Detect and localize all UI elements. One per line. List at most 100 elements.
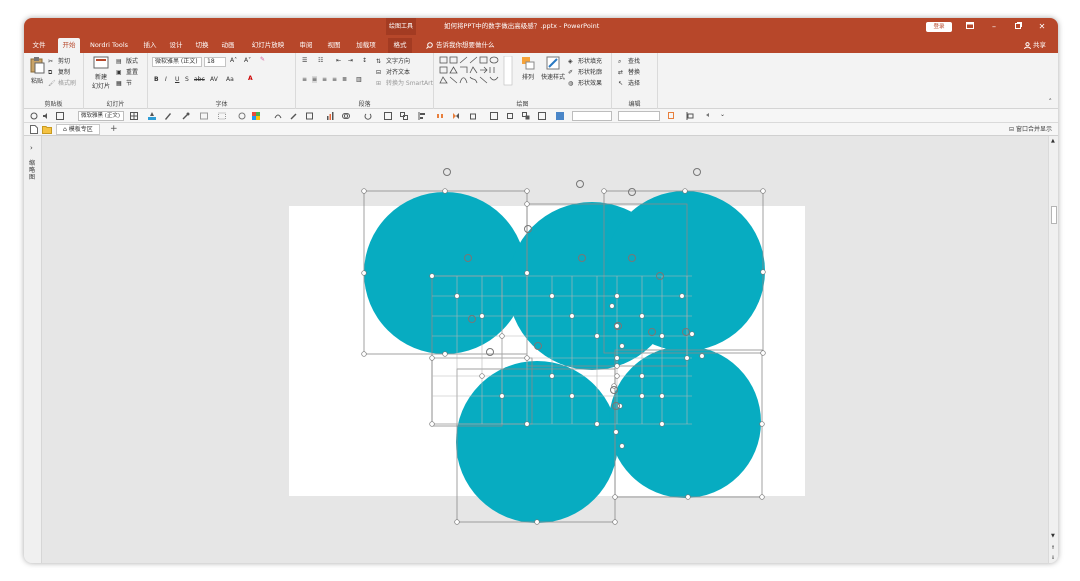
columns-icon[interactable]: ▥ [356,76,362,83]
collapse-ribbon-icon[interactable]: ˄ [1049,98,1053,106]
circle-bottom-right[interactable] [609,346,761,498]
select-button[interactable]: ↖ 选择 [618,78,640,88]
arrange-button[interactable]: 排列 [518,56,538,81]
tell-me-search[interactable]: 告诉我你想要做什么 [426,38,495,53]
new-slide-button[interactable]: 新建 幻灯片 [88,56,114,90]
char-spacing-icon[interactable]: AV [210,76,218,83]
crop-icon[interactable] [506,112,514,120]
circle-top-right[interactable] [605,191,765,351]
scroll-up-icon[interactable]: ▲ [1051,138,1055,144]
folder-icon[interactable] [42,125,52,134]
tab-review[interactable]: 审阅 [296,38,316,53]
audio-icon[interactable] [42,112,50,120]
decrease-font-icon[interactable]: A˅ [244,57,251,64]
tab-transitions[interactable]: 切换 [192,38,212,53]
font-size-select[interactable]: 18 [204,57,226,67]
align-right-objects-icon[interactable] [686,112,694,120]
section-button[interactable]: ▦ 节 [116,78,132,88]
scroll-down-icon[interactable]: ▼ [1051,533,1055,539]
thumbnail-pane[interactable]: › 缩略图 [24,136,42,563]
tab-file[interactable]: 文件 [30,38,48,53]
height-input[interactable] [618,111,660,121]
add-tab-icon[interactable]: + [110,124,118,134]
new-file-icon[interactable] [30,125,38,134]
underline-icon[interactable]: U [175,76,179,83]
selection-pane-icon[interactable] [538,112,546,120]
reset-button[interactable]: ▣ 重置 [116,67,138,77]
bold-icon[interactable]: B [154,76,159,83]
width-input[interactable] [572,111,612,121]
find-button[interactable]: ⌕ 查找 [618,56,640,66]
customize-toolbar-icon[interactable]: ⌄ [720,111,725,118]
tab-design[interactable]: 设计 [166,38,186,53]
layout-button[interactable]: ▤ 版式 [116,56,138,66]
ungroup-icon[interactable] [400,112,408,120]
fill-color-icon[interactable] [148,112,156,120]
slide-stage[interactable] [42,136,1048,563]
align-left-objects-icon[interactable] [418,112,426,120]
distribute-icon[interactable]: ≣ [342,76,347,83]
change-case-icon[interactable]: Aa [226,76,234,83]
vertical-scrollbar[interactable]: ▲ ▼ ⇑ ⇓ [1048,136,1058,563]
clear-format-icon[interactable]: ✎ [260,56,265,63]
paste-format-icon[interactable] [668,112,676,120]
quick-styles-button[interactable]: 快速样式 [540,56,566,81]
increase-font-icon[interactable]: A˄ [230,57,237,64]
chart-icon[interactable] [326,112,334,120]
slide-editing-canvas[interactable] [42,136,1048,563]
font-name-select[interactable]: 微软雅黑 (正文) [152,57,202,67]
eyedropper-icon[interactable] [182,112,190,120]
frame-icon[interactable] [490,112,498,120]
tab-addins[interactable]: 加载项 [352,38,380,53]
bullets-icon[interactable]: ☰ [302,57,307,64]
tab-format[interactable]: 格式 [388,38,412,53]
share-button[interactable]: 共享 [1024,38,1046,53]
shape-outline-quick-icon[interactable] [238,112,246,120]
format-painter-button[interactable]: 🖌 格式刷 [48,78,76,88]
increase-indent-icon[interactable]: ⇥ [348,57,353,64]
pencil-icon[interactable] [290,112,298,120]
ribbon-display-options-icon[interactable] [960,18,980,35]
numbering-icon[interactable]: ☷ [318,57,323,64]
group-icon[interactable] [384,112,392,120]
align-right-icon[interactable]: ≡ [322,76,327,83]
next-slide-icon[interactable]: ⇓ [1051,555,1055,561]
flip-icon[interactable] [452,112,460,120]
duplicate-icon[interactable] [522,112,530,120]
strikethrough-icon[interactable]: abc [194,76,205,83]
blue-square-icon[interactable] [556,112,564,120]
close-icon[interactable]: ✕ [1032,18,1052,35]
replace-button[interactable]: ⇄ 替换 [618,67,640,77]
tab-nordri-tools[interactable]: Nordri Tools [86,38,132,53]
distribute-objects-icon[interactable] [436,112,444,120]
rotate-icon[interactable] [364,112,372,120]
shapes-gallery[interactable] [438,56,514,86]
qat-font-select[interactable]: 微软雅黑 (正文) [78,111,124,121]
brush-icon[interactable] [30,112,38,120]
login-button[interactable]: 登录 [926,22,952,32]
expand-thumbnails-icon[interactable]: › [30,144,33,152]
circle-bottom-left[interactable] [456,361,618,523]
smartart-button[interactable]: ⊞ 转换为 SmartArt [376,78,433,88]
justify-icon[interactable]: ≡ [332,76,337,83]
previous-slide-icon[interactable]: ⇑ [1051,545,1055,551]
tab-animations[interactable]: 动画 [218,38,238,53]
italic-icon[interactable]: I [165,76,167,83]
tab-insert[interactable]: 插入 [140,38,160,53]
template-zone-tab[interactable]: ⌂ 模板专区 [56,124,100,135]
paste-button[interactable]: 粘贴 [28,56,46,85]
tab-home[interactable]: 开始 [58,38,80,53]
align-text-button[interactable]: ⊟ 对齐文本 [376,67,410,77]
shape-fill-button[interactable]: ◈ 形状填充 [568,56,602,66]
font-color-icon[interactable]: A [248,75,253,82]
color-palette-icon[interactable] [252,112,260,120]
shape-outline-button[interactable]: ✐ 形状轮廓 [568,67,602,77]
text-direction-button[interactable]: ⇅ 文字方向 [376,56,410,66]
minimize-icon[interactable]: – [984,18,1004,35]
edit-shape-icon[interactable] [306,112,314,120]
copy-button[interactable]: ⧉ 复制 [48,67,70,77]
table-icon[interactable] [130,112,138,120]
align-left-icon[interactable]: ≡ [302,76,307,83]
shape-merge-icon[interactable] [342,112,350,120]
scrollbar-thumb[interactable] [1051,206,1057,224]
